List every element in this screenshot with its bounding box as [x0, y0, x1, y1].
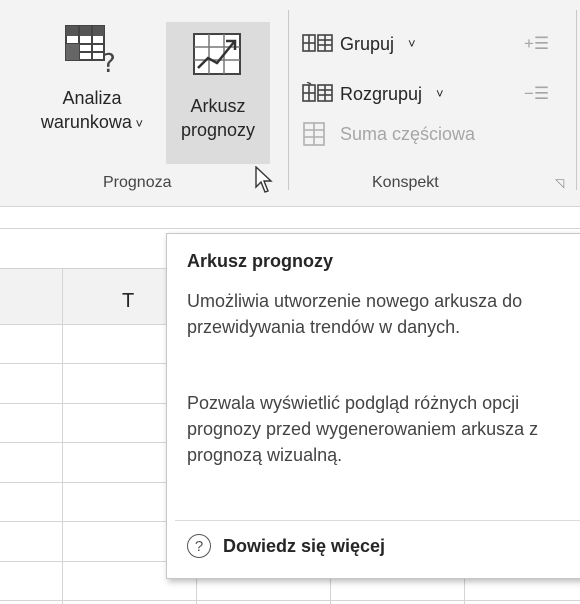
- learn-more-link[interactable]: ? Dowiedz się więcej: [187, 534, 385, 558]
- tooltip-description-2: Pozwala wyświetlić podgląd różnych opcji…: [187, 393, 539, 465]
- what-if-analysis-label-2-row: warunkowa ˅: [24, 110, 160, 136]
- row-divider: [0, 228, 580, 229]
- tooltip-description: Umożliwia utworzenie nowego arkusza do p…: [187, 291, 523, 337]
- group-divider-right: [576, 10, 577, 190]
- forecast-sheet-button[interactable]: Arkusz prognozy: [166, 22, 270, 164]
- show-detail-icon: +☰: [524, 34, 550, 53]
- subtotal-button[interactable]: Suma częściowa: [302, 122, 475, 146]
- group-label-prognoza: Prognoza: [103, 174, 172, 191]
- forecast-sheet-label-2: prognozy: [180, 120, 256, 140]
- group-icon: [302, 32, 334, 56]
- forecast-sheet-tooltip: Arkusz prognozy Umożliwia utworzenie now…: [166, 233, 580, 579]
- chevron-down-icon: ˅: [131, 116, 144, 131]
- row-divider: [0, 600, 580, 601]
- hide-detail-button[interactable]: −☰: [524, 82, 549, 106]
- help-icon: ?: [187, 534, 211, 558]
- column-header-t[interactable]: T: [122, 290, 134, 313]
- what-if-analysis-label-1: Analiza: [62, 88, 122, 108]
- subtotal-icon: [302, 122, 334, 146]
- group-divider: [288, 10, 289, 190]
- column-divider: [464, 577, 465, 604]
- ungroup-label: Rozgrupuj: [340, 84, 423, 104]
- tooltip-divider: [175, 520, 580, 521]
- ungroup-button[interactable]: Rozgrupuj ˅: [302, 82, 444, 106]
- group-button[interactable]: Grupuj ˅: [302, 32, 416, 56]
- subtotal-label: Suma częściowa: [340, 124, 476, 144]
- hide-detail-icon: −☰: [524, 84, 550, 103]
- svg-text:?: ?: [102, 49, 116, 76]
- column-divider: [196, 577, 197, 604]
- ungroup-icon: [302, 82, 334, 106]
- chevron-down-icon: ˅: [408, 36, 416, 51]
- what-if-analysis-button[interactable]: ? Analiza warunkowa ˅: [24, 22, 160, 172]
- column-divider: [330, 577, 331, 604]
- show-detail-button[interactable]: +☰: [524, 32, 549, 56]
- column-divider: [62, 268, 63, 604]
- chevron-down-icon: ˅: [436, 86, 444, 101]
- what-if-analysis-label-2: warunkowa: [40, 112, 132, 132]
- tooltip-title: Arkusz prognozy: [187, 251, 334, 271]
- group-label-konspekt: Konspekt: [372, 174, 439, 191]
- forecast-sheet-label-1: Arkusz: [190, 96, 246, 116]
- ribbon: ? Analiza warunkowa ˅ Arkusz prognozy Pr…: [0, 0, 580, 207]
- mouse-pointer-icon: [255, 165, 275, 199]
- what-if-analysis-icon: ?: [64, 22, 120, 79]
- group-label: Grupuj: [340, 34, 395, 54]
- dialog-launcher-icon[interactable]: ◹: [555, 176, 564, 190]
- learn-more-label: Dowiedz się więcej: [223, 535, 386, 556]
- forecast-sheet-icon: [190, 30, 246, 84]
